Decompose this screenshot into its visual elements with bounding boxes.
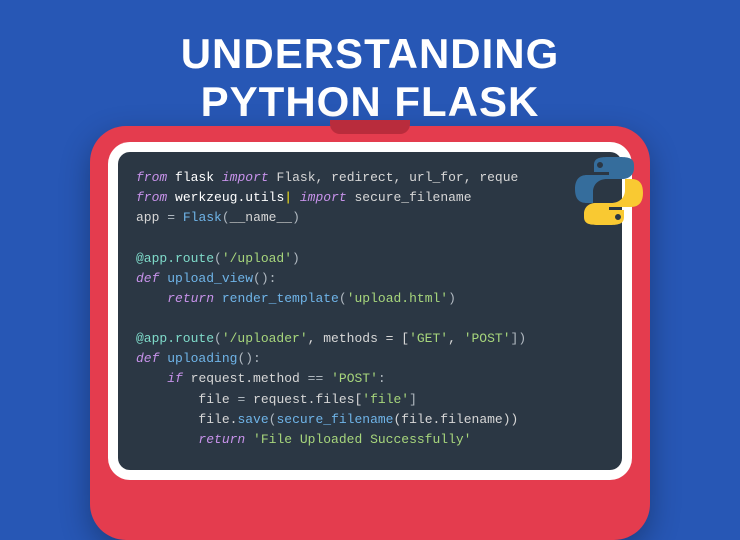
code-decorator: @app.route [136, 331, 214, 346]
code-fn: Flask [183, 210, 222, 225]
code-keyword: return [198, 432, 245, 447]
code-expr: request.method [191, 371, 300, 386]
code-var: file [198, 392, 229, 407]
title-line-1: UNDERSTANDING [0, 30, 740, 78]
code-string: '/uploader' [222, 331, 308, 346]
code-string: 'POST' [331, 371, 378, 386]
code-string: 'File Uploaded Successfully' [253, 432, 471, 447]
code-op: = [167, 210, 175, 225]
code-string: 'file' [362, 392, 409, 407]
code-fn: render_template [222, 291, 339, 306]
code-op: == [308, 371, 324, 386]
code-string: '/upload' [222, 251, 292, 266]
code-fn: save [237, 412, 268, 427]
code-string: 'upload.html' [347, 291, 448, 306]
code-keyword: return [167, 291, 214, 306]
code-var: app [136, 210, 159, 225]
code-op: = [237, 392, 245, 407]
code-editor: from flask import Flask, redirect, url_f… [118, 152, 622, 470]
code-keyword: if [167, 371, 183, 386]
code-keyword: def [136, 271, 159, 286]
code-expr: request.files[ [253, 392, 362, 407]
code-keyword: import [300, 190, 347, 205]
code-fn-name: uploading [167, 351, 237, 366]
python-logo-icon [573, 155, 645, 227]
code-keyword: import [222, 170, 269, 185]
code-fn-name: upload_view [167, 271, 253, 286]
code-string: 'GET' [409, 331, 448, 346]
code-module: flask [175, 170, 214, 185]
code-fn: secure_filename [276, 412, 393, 427]
code-keyword: from [136, 190, 167, 205]
code-string: 'POST' [464, 331, 511, 346]
code-decorator: @app.route [136, 251, 214, 266]
device-frame: from flask import Flask, redirect, url_f… [90, 126, 650, 540]
code-keyword: def [136, 351, 159, 366]
device-notch [330, 120, 410, 134]
device-screen: from flask import Flask, redirect, url_f… [108, 142, 632, 480]
code-imports: Flask, redirect, url_for, reque [276, 170, 518, 185]
code-imports: secure_filename [355, 190, 472, 205]
code-expr: file. [198, 412, 237, 427]
text-cursor: | [284, 190, 292, 205]
code-module: werkzeug.utils [175, 190, 284, 205]
code-keyword: from [136, 170, 167, 185]
code-arg: __name__ [230, 210, 292, 225]
page-title: UNDERSTANDING PYTHON FLASK [0, 0, 740, 127]
